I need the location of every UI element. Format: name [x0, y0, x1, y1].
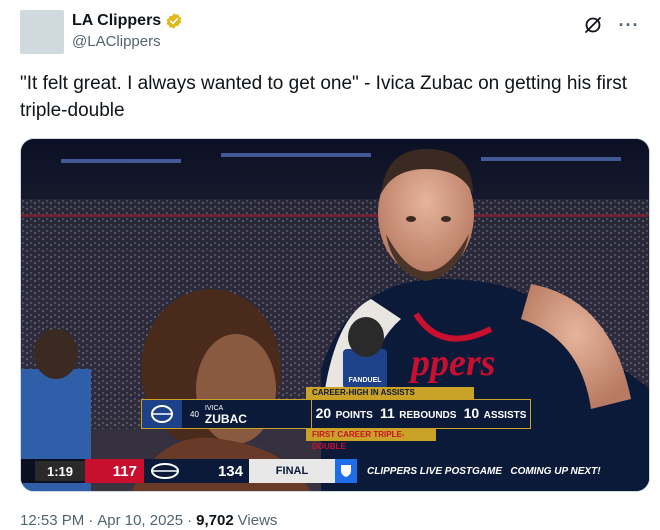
away-team-block: 117 [85, 459, 141, 483]
stat-header-bar: CAREER-HIGH IN ASSISTS [306, 387, 474, 399]
assists-value: 10 [463, 405, 480, 421]
tweet-text: "It felt great. I always wanted to get o… [20, 73, 628, 121]
scorebug: 1:19 117 134 FINAL CLIPPERS LIVE POSTGAM… [21, 459, 649, 483]
points-label: POINTS [335, 410, 373, 421]
mic-label: FANDUEL [348, 377, 382, 384]
rebounds-value: 11 [379, 405, 395, 421]
player-stat-bar: 40 IVICA ZUBAC 20 POINTS 11 REBOUNDS 10 … [141, 399, 531, 429]
ticker-text: CLIPPERS LIVE POSTGAME COMING UP NEXT! [367, 465, 601, 477]
views-label: Views [237, 512, 278, 529]
video-player[interactable]: ppers FANDUEL CAREER-HIGH IN ASSISTS 40 [20, 138, 650, 492]
tweet-time[interactable]: 12:53 PM [20, 512, 84, 529]
game-status-block: FINAL [249, 459, 335, 483]
verified-badge-icon [166, 13, 182, 29]
tweet-actions: ··· [582, 14, 640, 36]
stat-footer: FIRST CAREER TRIPLE-DOUBLE [312, 430, 405, 451]
ticker-bar: CLIPPERS LIVE POSTGAME COMING UP NEXT! [357, 459, 649, 483]
display-name[interactable]: LA Clippers [72, 12, 161, 30]
points-value: 20 [315, 405, 332, 421]
game-status: FINAL [275, 465, 309, 477]
stat-line: 20 POINTS 11 REBOUNDS 10 ASSISTS [312, 405, 530, 423]
more-icon[interactable]: ··· [618, 14, 640, 36]
home-score: 134 [217, 462, 243, 480]
assists-label: ASSISTS [483, 410, 527, 421]
team-logo-icon [142, 400, 182, 428]
home-team-block: 134 [141, 459, 249, 483]
fanduel-shield-icon [335, 459, 357, 483]
avatar[interactable] [20, 10, 64, 54]
views-count[interactable]: 9,702 [196, 512, 234, 529]
player-last-name: ZUBAC [204, 412, 247, 426]
handle[interactable]: @LAClippers [72, 33, 183, 50]
tweet-meta: 12:53 PM · Apr 10, 2025 · 9,702 Views [20, 512, 277, 529]
tweet-date[interactable]: Apr 10, 2025 [97, 512, 183, 529]
author-block: LA Clippers @LAClippers [72, 12, 183, 50]
player-name-block: 40 IVICA ZUBAC [182, 400, 312, 428]
home-team-logo-icon [151, 463, 179, 479]
game-clock: 1:19 [35, 461, 85, 481]
jersey-number: 40 [190, 409, 199, 419]
stat-footer-bar: FIRST CAREER TRIPLE-DOUBLE [306, 429, 436, 451]
grok-icon[interactable] [582, 14, 604, 36]
away-score: 117 [112, 462, 137, 480]
jersey-text: ppers [408, 342, 495, 384]
stat-header: CAREER-HIGH IN ASSISTS [312, 388, 415, 397]
meta-separator: · [187, 512, 193, 529]
rebounds-label: REBOUNDS [399, 410, 457, 421]
meta-separator: · [88, 512, 94, 529]
